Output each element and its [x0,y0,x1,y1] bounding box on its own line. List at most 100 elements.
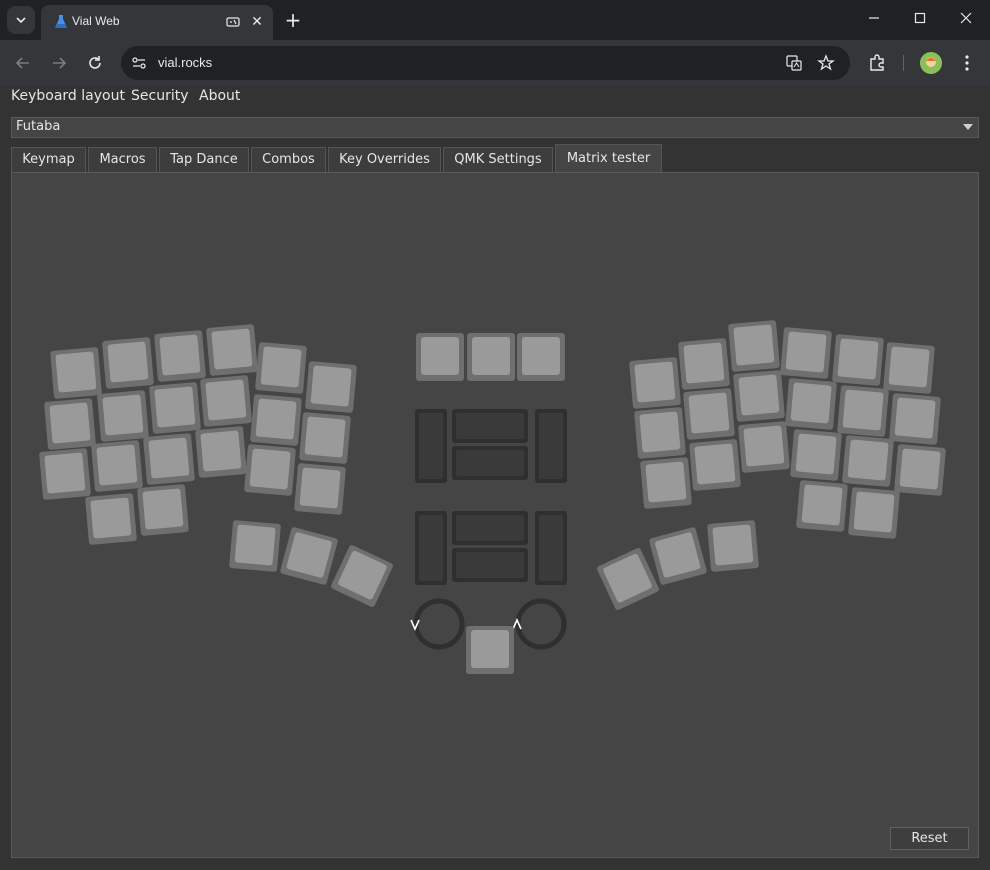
left-key [299,412,351,464]
left-key [294,463,346,515]
site-settings-icon[interactable] [130,54,148,72]
new-tab-icon[interactable]: + [282,9,304,31]
tab-strip: Vial Web ✕ + [0,0,990,40]
right-key [689,439,741,491]
close-window-icon[interactable] [954,8,978,32]
menu-security[interactable]: Security [131,88,189,104]
profile-avatar[interactable] [920,52,942,74]
right-key [785,378,837,430]
maximize-icon[interactable] [908,8,932,32]
keyboard-select[interactable]: Futaba [11,117,979,138]
left-key [50,347,102,399]
right-key [842,435,894,487]
encoder-knob [515,598,567,650]
menu-bar: Keyboard layout Security About [0,86,990,108]
tab-macros[interactable]: Macros [88,147,157,172]
empty-slot [452,409,528,443]
menu-dots-icon[interactable] [956,52,978,74]
right-key [883,342,935,394]
media-icon[interactable] [225,14,241,30]
left-key [137,484,189,536]
right-key [780,327,832,379]
right-key [738,421,790,473]
right-key [889,393,941,445]
left-key [91,440,143,492]
menu-about[interactable]: About [199,88,240,104]
right-key [790,429,842,481]
tab-tap-dance[interactable]: Tap Dance [159,147,249,172]
right-key [837,385,889,437]
empty-slot [535,409,567,483]
dropdown-arrow-icon [963,124,973,130]
reset-button[interactable]: Reset [890,827,969,850]
left-key [195,426,247,478]
tab-qmk-settings[interactable]: QMK Settings [443,147,553,172]
left-key [154,330,206,382]
left-key [149,382,201,434]
center-key [467,333,515,381]
left-key [255,342,307,394]
encoder-knob [413,598,465,650]
right-key [683,388,735,440]
bookmark-star-icon[interactable] [817,54,835,72]
browser-tab[interactable]: Vial Web ✕ [41,5,273,40]
left-key [39,448,91,500]
left-key [97,390,149,442]
left-key [305,361,357,413]
left-key [85,493,137,545]
tab-title: Vial Web [72,14,120,28]
right-key [678,338,730,390]
left-key [102,337,154,389]
left-key [250,394,302,446]
empty-slot [415,409,447,483]
left-thumb-key [331,545,393,607]
address-bar[interactable]: vial.rocks [121,46,850,80]
center-key [416,333,464,381]
right-key [634,407,686,459]
left-key [44,398,96,450]
left-key [244,444,296,496]
toolbar-separator [903,55,904,71]
forward-icon[interactable] [48,52,70,74]
close-tab-icon[interactable]: ✕ [248,13,266,31]
right-key [728,320,780,372]
flask-icon [55,15,67,28]
empty-slot [452,446,528,480]
reload-icon[interactable] [84,52,106,74]
tab-search-button[interactable] [7,6,35,34]
minimize-icon[interactable] [862,8,886,32]
right-thumb-key [707,520,759,572]
extensions-icon[interactable] [866,52,888,74]
translate-icon[interactable] [785,54,803,72]
right-key [796,480,848,532]
right-key [832,334,884,386]
empty-slot [535,511,567,585]
tab-keymap[interactable]: Keymap [11,147,86,172]
vial-app: Keyboard layout Security About Futaba Ke… [0,86,990,870]
browser-toolbar: vial.rocks [0,40,990,86]
empty-slot [415,511,447,585]
left-key [200,375,252,427]
url-text: vial.rocks [158,55,213,70]
right-key [894,444,946,496]
right-key [640,457,692,509]
tab-combos[interactable]: Combos [251,147,326,172]
back-icon[interactable] [12,52,34,74]
tab-matrix-tester[interactable]: Matrix tester [555,144,662,172]
menu-keyboard-layout[interactable]: Keyboard layout [11,88,125,104]
right-key [848,487,900,539]
keyboard-select-value: Futaba [16,119,61,134]
browser-window: Vial Web ✕ + vial.rocks Keyboard layout … [0,0,990,870]
right-thumb-key [597,548,659,610]
matrix-tester-panel: Reset [11,172,979,858]
right-thumb-key [649,527,707,585]
empty-slot [452,511,528,545]
keyboard-layout [39,320,946,674]
tab-key-overrides[interactable]: Key Overrides [328,147,441,172]
right-key [733,370,785,422]
left-thumb-key [229,520,281,572]
center-key [517,333,565,381]
left-key [143,433,195,485]
right-key [629,357,681,409]
left-thumb-key [280,527,338,585]
